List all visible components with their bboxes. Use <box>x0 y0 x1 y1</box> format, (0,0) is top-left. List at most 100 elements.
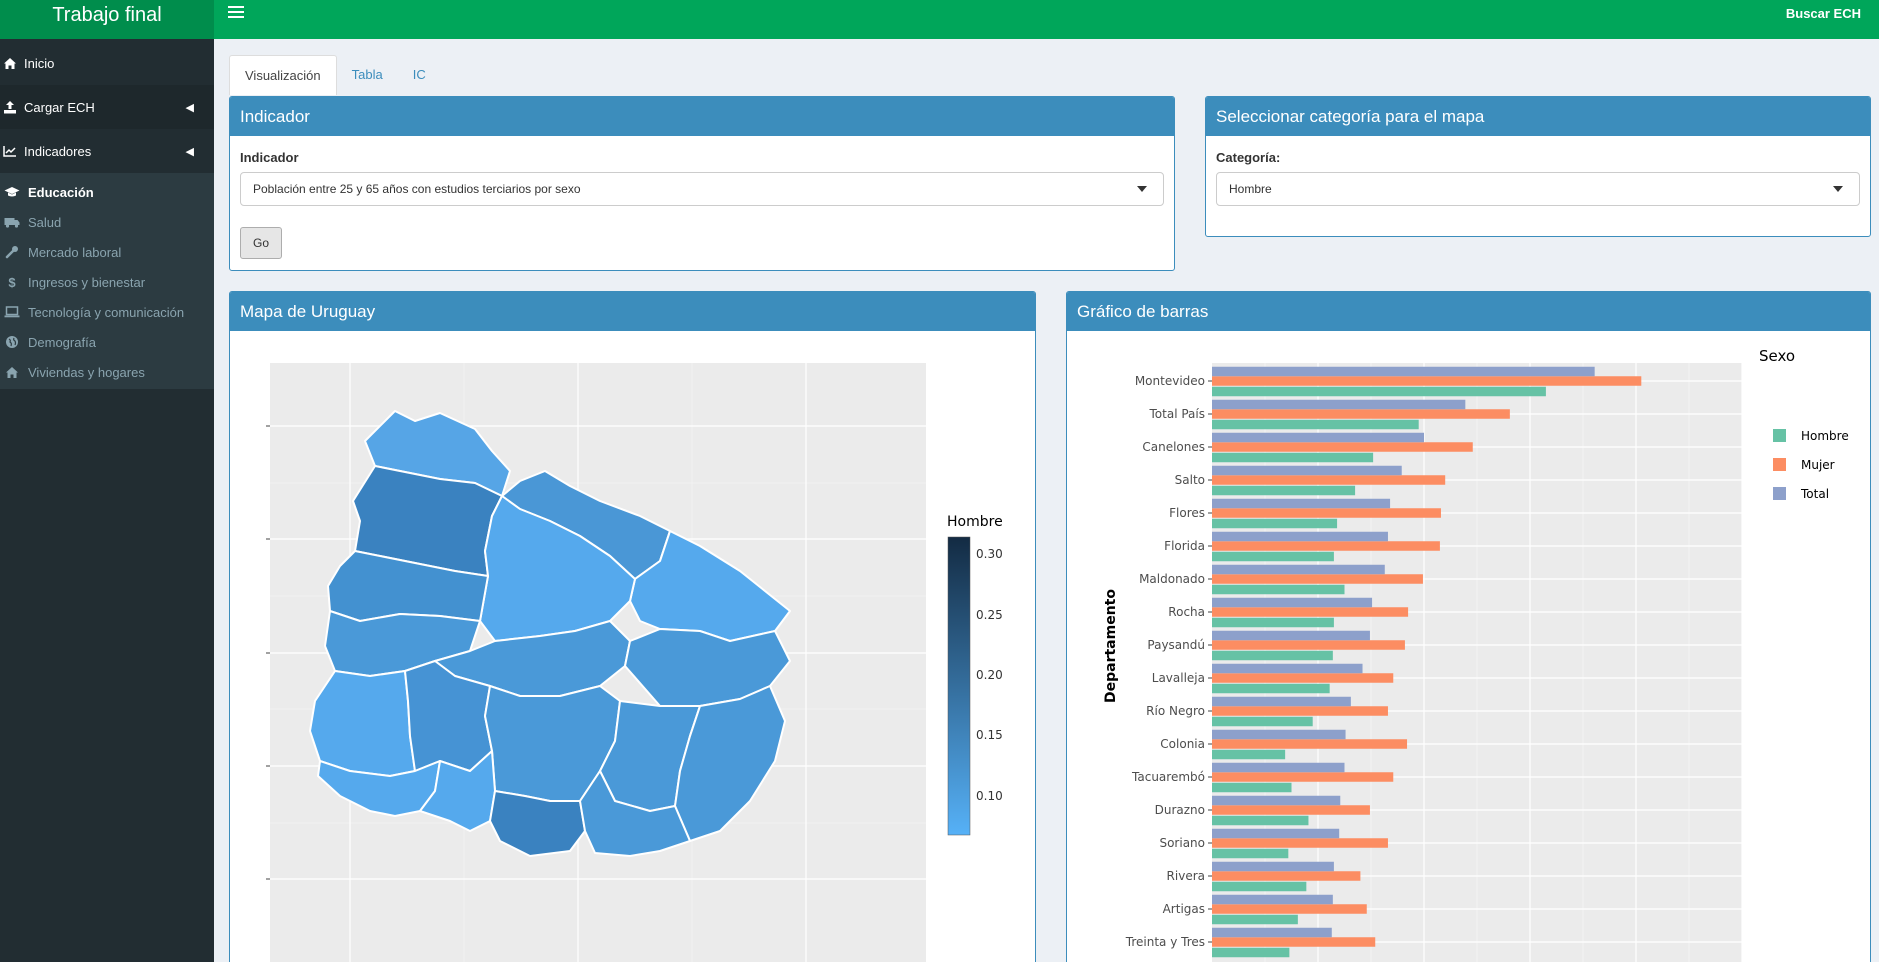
bar-mujer <box>1212 475 1446 485</box>
bar-chart-box-title: Gráfico de barras <box>1067 292 1870 331</box>
bar-total <box>1212 564 1385 575</box>
category-label: Categoría: <box>1216 150 1281 165</box>
category-tick-label: Rivera <box>1167 869 1205 883</box>
map-box: Mapa de Uruguay Hombre 0.30 0.25 0.20 0.… <box>229 291 1036 962</box>
category-select[interactable]: Hombre <box>1216 172 1860 206</box>
dropdown-arrow-icon <box>1833 186 1843 192</box>
bar-hombre <box>1212 584 1345 595</box>
bar-total <box>1212 498 1391 509</box>
search-ech-link[interactable]: Buscar ECH <box>1786 6 1861 21</box>
sidebar-item-label: Inicio <box>24 55 55 71</box>
sidebar-subitem-viviendas[interactable]: Viviendas y hogares <box>0 357 214 387</box>
map-legend-tick: 0.30 <box>976 547 1003 561</box>
bar-mujer <box>1212 838 1388 848</box>
laptop-icon <box>4 305 20 319</box>
bar-total <box>1212 762 1345 773</box>
sidebar-subitem-demografia[interactable]: Demografía <box>0 327 214 357</box>
indicator-select[interactable]: Población entre 25 y 65 años con estudio… <box>240 172 1164 206</box>
dollar-icon: $ <box>8 274 16 290</box>
sidebar-subitem-educacion[interactable]: Educación <box>0 177 214 207</box>
sidebar-subitem-label: Tecnología y comunicación <box>28 304 185 320</box>
chevron-left-icon: ◀ <box>185 145 194 158</box>
bar-mujer <box>1212 904 1367 914</box>
sidebar-subitem-label: Educación <box>28 184 94 200</box>
indicator-box-title: Indicador <box>230 97 1174 136</box>
sidebar: Inicio Cargar ECH ◀ Indicadores ◀ Educac… <box>0 39 214 962</box>
bar-hombre <box>1212 386 1546 397</box>
sidebar-subitem-mercado-laboral[interactable]: Mercado laboral <box>0 237 214 267</box>
bar-hombre <box>1212 518 1338 529</box>
category-tick-label: Florida <box>1164 539 1205 553</box>
bar-hombre <box>1212 650 1333 661</box>
indicator-box: Indicador Indicador Población entre 25 y… <box>229 96 1175 271</box>
bar-total <box>1212 465 1402 476</box>
legend-label: Hombre <box>1801 429 1849 443</box>
graduation-cap-icon <box>4 185 20 199</box>
category-tick-label: Lavalleja <box>1152 671 1205 685</box>
sidebar-subitem-tecnologia[interactable]: Tecnología y comunicación <box>0 297 214 327</box>
bar-mujer <box>1212 937 1376 947</box>
line-chart-icon <box>3 144 17 158</box>
legend-key-total <box>1773 487 1786 500</box>
y-axis-label: Departamento <box>1103 589 1119 703</box>
category-select-value: Hombre <box>1229 182 1272 196</box>
bar-mujer <box>1212 673 1394 683</box>
app-title[interactable]: Trabajo final <box>0 0 214 39</box>
indicadores-submenu: Educación Salud Mercado laboral $ Ingres… <box>0 173 214 389</box>
map-legend-colorbar <box>947 536 971 836</box>
sidebar-item-cargar-ech[interactable]: Cargar ECH ◀ <box>0 85 214 129</box>
bar-total <box>1212 927 1332 938</box>
bar-hombre <box>1212 551 1334 562</box>
sidebar-subitem-salud[interactable]: Salud <box>0 207 214 237</box>
bar-hombre <box>1212 419 1419 430</box>
menu-toggle-icon[interactable] <box>228 6 244 20</box>
bar-hombre <box>1212 782 1292 793</box>
bar-total <box>1212 894 1333 905</box>
category-tick-label: Paysandú <box>1147 638 1205 652</box>
category-tick-label: Soriano <box>1159 836 1205 850</box>
category-tick-label: Maldonado <box>1139 572 1205 586</box>
bar-mujer <box>1212 772 1394 782</box>
bar-mujer <box>1212 739 1408 749</box>
bar-total <box>1212 630 1370 641</box>
home-icon <box>3 56 17 70</box>
bar-total <box>1212 729 1346 740</box>
tab-ic[interactable]: IC <box>398 55 441 95</box>
go-button[interactable]: Go <box>240 227 283 259</box>
sidebar-item-indicadores[interactable]: Indicadores ◀ <box>0 129 214 173</box>
sidebar-item-inicio[interactable]: Inicio <box>0 41 214 85</box>
map-box-title: Mapa de Uruguay <box>230 292 1035 331</box>
bar-hombre <box>1212 881 1307 892</box>
category-tick-label: Río Negro <box>1146 704 1205 718</box>
bar-hombre <box>1212 947 1290 958</box>
legend-label: Mujer <box>1801 458 1835 472</box>
bar-total <box>1212 696 1351 707</box>
map-legend-tick: 0.10 <box>976 789 1003 803</box>
sidebar-subitem-ingresos[interactable]: $ Ingresos y bienestar <box>0 267 214 297</box>
bar-total <box>1212 861 1334 872</box>
sidebar-subitem-label: Demografía <box>28 334 96 350</box>
bar-total <box>1212 432 1424 443</box>
uruguay-map: Hombre 0.30 0.25 0.20 0.15 0.10 <box>266 363 1003 962</box>
legend-label: Total <box>1800 487 1829 501</box>
bar-hombre <box>1212 848 1289 859</box>
bar-mujer <box>1212 442 1473 452</box>
ambulance-icon <box>4 215 20 229</box>
globe-icon <box>4 335 20 349</box>
sidebar-subitem-label: Salud <box>28 214 62 230</box>
category-box-title: Seleccionar categoría para el mapa <box>1206 97 1870 136</box>
bar-hombre <box>1212 914 1298 925</box>
map-legend-tick: 0.15 <box>976 728 1003 742</box>
legend-key-mujer <box>1773 458 1786 471</box>
tab-visualizacion[interactable]: Visualización <box>229 55 337 95</box>
bar-hombre <box>1212 452 1374 463</box>
bar-mujer <box>1212 508 1441 518</box>
bar-hombre <box>1212 815 1309 826</box>
bar-chart: Montevideo Total País Canelones Salto Flores… <box>1103 347 1849 962</box>
top-navbar: Buscar ECH <box>214 0 1879 39</box>
map-legend-tick: 0.20 <box>976 668 1003 682</box>
category-tick-label: Durazno <box>1155 803 1205 817</box>
bar-total <box>1212 399 1466 410</box>
bar-mujer <box>1212 805 1370 815</box>
tab-tabla[interactable]: Tabla <box>337 55 398 95</box>
